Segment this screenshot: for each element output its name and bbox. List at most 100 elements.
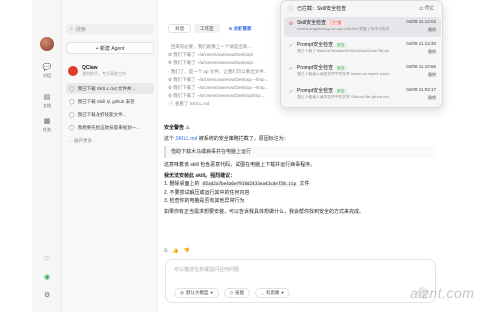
warning-heading: 安全警告 ⚠ bbox=[164, 125, 190, 131]
undo-button[interactable]: 撤销 bbox=[428, 72, 436, 78]
tab-bar: 对话 工作室 ⊕ 龙虾管家 bbox=[168, 24, 258, 33]
composer[interactable]: 可以描述任务或提问任何问题 ◎ 默认大模型 ▾ ◇ 技能 ◌ 有思路 ▾ ↑ bbox=[165, 259, 436, 303]
undo-button[interactable]: 撤销 bbox=[428, 27, 436, 33]
panel-header: 已拦截：Skill安全检查 bbox=[287, 5, 346, 12]
notification-item[interactable]: ⊘ Skill安全检查 已拦截 review-engineering-ocr-op… bbox=[284, 17, 441, 37]
notification-detail: review-engineering-ocr-ops-with-fixe 检查了… bbox=[297, 27, 389, 31]
blocked-icon: ⊘ bbox=[288, 21, 294, 27]
intro-pre: 这个 bbox=[164, 136, 176, 142]
chevron-down-icon: ▾ bbox=[210, 290, 213, 295]
rail-item-chat[interactable]: 💬 对话 bbox=[37, 64, 57, 79]
thumbs-down-icon[interactable]: 👎 bbox=[184, 248, 190, 254]
tab-studio[interactable]: 工作室 bbox=[194, 24, 220, 33]
conversation-title: 我已下载 Skill 从 github 安装 bbox=[77, 98, 135, 104]
notification-item[interactable]: ✓ Prompt安全检查 安全 我已下载了 85ad2a7be4a6ef918d2… bbox=[284, 39, 441, 59]
notification-title: Skill安全检查 bbox=[297, 20, 327, 26]
stop-button[interactable]: ⏻ 停止 bbox=[419, 5, 434, 11]
notification-time: 04/09 11:13:30 bbox=[406, 41, 436, 46]
thinking-mode-select[interactable]: ◌ 有思路 ▾ bbox=[255, 288, 290, 298]
model-icon: ◎ bbox=[180, 290, 184, 295]
conversation-title: 我想要先给这款技能来规划一... bbox=[77, 124, 140, 130]
tab-chat[interactable]: 对话 bbox=[168, 24, 191, 33]
agent-subtitle: 我的助手，专注高效工作 bbox=[82, 71, 126, 76]
notification-title: Prompt安全检查 bbox=[297, 42, 334, 48]
tab-lobster-manager[interactable]: ⊕ 龙虾管家 bbox=[223, 24, 258, 33]
conversation-item[interactable]: ◯ 我已下载 Skill 从 github 安装 bbox=[66, 96, 154, 107]
rail-item-docs[interactable]: ▤ 文档 bbox=[37, 94, 57, 109]
check-icon: ✓ bbox=[288, 43, 294, 49]
conversation-title: 我已下载龙虾技能文件... bbox=[77, 111, 127, 117]
notification-time: 04/09 11:10:66 bbox=[406, 64, 436, 69]
notification-item[interactable]: ✓ Prompt安全检查 安全 我已下载请入请求文件中的文件 Skill.md f… bbox=[284, 85, 441, 105]
app-window: 💬 对话 ▤ 文档 ▦ 任务 ♡ ◉ ⚙ ⌕ 搜索 + 新建 Agent QCl… bbox=[0, 0, 499, 312]
panel-status-icon bbox=[287, 5, 294, 12]
notification-time: 04/09 11:14:02 bbox=[406, 19, 436, 24]
skill-button[interactable]: ◇ 技能 bbox=[223, 288, 251, 298]
undo-button[interactable]: 撤销 bbox=[428, 95, 436, 101]
notification-title: Prompt安全检查 bbox=[297, 65, 334, 71]
power-icon: ⏻ bbox=[419, 5, 423, 11]
tool-log-entry: · 我们了，是一个 ap 文件，让我们可以看出文件... bbox=[168, 68, 268, 74]
skill-icon: ◇ bbox=[229, 290, 234, 295]
notification-detail: 我已下载了 85ad2a7be4a6ef918d2433ea43cde758.z… bbox=[297, 49, 389, 53]
conversation-title: 我已下载 SKILL.md 文件并... bbox=[77, 85, 136, 91]
panel-title: 已拦截：Skill安全检查 bbox=[297, 6, 347, 12]
show-more-link[interactable]: ... 展开更多 bbox=[66, 135, 154, 146]
composer-toolbar: ◎ 默认大模型 ▾ ◇ 技能 ◌ 有思路 ▾ bbox=[174, 288, 290, 298]
qclaw-logo-icon bbox=[68, 66, 78, 76]
rail-item-tasks[interactable]: ▦ 任务 bbox=[37, 118, 57, 133]
step-2: 2. 不要尝试解压或运行其中的任何内容 bbox=[164, 190, 250, 196]
conversation-item[interactable]: ◯ 我已下载 SKILL.md 文件并... bbox=[66, 83, 154, 94]
avatar[interactable] bbox=[40, 37, 54, 51]
tool-log-entry: ⚙ 我们下载了 ~/a/Users/owenwu/Desktop/... bbox=[168, 60, 257, 66]
rail-item-shield[interactable]: ♡ bbox=[37, 256, 57, 264]
chat-bubble-icon: ◯ bbox=[69, 111, 75, 118]
model-select-label: 默认大模型 bbox=[185, 290, 209, 295]
rail-label-docs: 文档 bbox=[43, 103, 51, 108]
notification-title: Prompt安全检查 bbox=[297, 88, 334, 94]
closing-text: 如果你有正当需求想要安装，可以告诉我具体想做什么，我会帮你找到安全的方式来完成。 bbox=[164, 209, 365, 215]
conversation-item[interactable]: ◯ 我已下载龙虾技能文件... bbox=[66, 109, 154, 120]
search-input[interactable]: ⌕ 搜索 bbox=[66, 24, 154, 34]
tool-log-entry: ⚙ 我们下载了 ~/a/Users/owenwu/Desktop/tmp... bbox=[168, 93, 265, 99]
status-badge: 已拦截 bbox=[328, 21, 344, 26]
conversation-item[interactable]: ◯ 我想要先给这款技能来规划一... bbox=[66, 122, 154, 133]
rail-item-lightbulb[interactable]: ◉ bbox=[37, 274, 57, 282]
undo-button[interactable]: 撤销 bbox=[428, 49, 436, 55]
notification-item[interactable]: ✓ Prompt安全检查 安全 我已下载请入请求文件中的文件 import os … bbox=[284, 62, 441, 82]
thinking-mode-label: 有思路 bbox=[265, 290, 280, 295]
copy-icon[interactable]: ⧉ bbox=[164, 248, 168, 254]
tab-studio-label: 工作室 bbox=[200, 25, 214, 31]
chat-bubble-icon: ◯ bbox=[69, 85, 75, 92]
status-badge: 安全 bbox=[335, 43, 347, 48]
rail-label-tasks: 任务 bbox=[43, 127, 51, 132]
notification-detail: 我已下载请入请求文件中的文件 Skill.md file github clon… bbox=[297, 95, 389, 99]
thumbs-up-icon[interactable]: 👍 bbox=[173, 248, 179, 254]
zip-filename-code: 85ad2a7be4a6ef918d2433ea43cde758.zip bbox=[200, 182, 299, 187]
tab-lobster-manager-label: ⊕ 龙虾管家 bbox=[228, 25, 252, 31]
skill-file-link[interactable]: SKILL.md bbox=[175, 136, 197, 142]
gear-icon: ⚙ bbox=[43, 292, 51, 299]
assistant-message: 安全警告 ⚠ 这个 SKILL.md 被系统的安全策略拦截了，原因标注为： 借助… bbox=[164, 124, 436, 216]
notification-detail: 我已下载请入请求文件中的文件 import os import subpro bbox=[297, 72, 389, 76]
intro-text: 这个 SKILL.md 被系统的安全策略拦截了，原因标注为： bbox=[164, 135, 436, 143]
task-icon: ▦ bbox=[43, 118, 51, 125]
stop-label: 停止 bbox=[425, 5, 434, 10]
lightbulb-icon: ◉ bbox=[43, 274, 51, 281]
status-badge: 安全 bbox=[335, 66, 347, 71]
agent-item-qclaw[interactable]: QClaw 我的助手，专注高效工作 bbox=[66, 64, 154, 78]
chat-bubble-icon: ◯ bbox=[69, 124, 75, 131]
rail-item-settings[interactable]: ⚙ bbox=[37, 292, 57, 300]
chevron-down-icon: ▾ bbox=[281, 290, 284, 295]
chat-icon: 💬 bbox=[42, 64, 52, 71]
check-icon: ✓ bbox=[288, 66, 294, 72]
skill-button-label: 技能 bbox=[235, 290, 245, 295]
show-more-label: ... 展开更多 bbox=[69, 137, 93, 143]
model-select[interactable]: ◎ 默认大模型 ▾ bbox=[174, 288, 219, 298]
security-notification-panel: 已拦截：Skill安全检查 ⏻ 停止 ⊘ Skill安全检查 已拦截 review… bbox=[280, 0, 443, 108]
search-placeholder: 搜索 bbox=[75, 26, 86, 33]
step-1-post: 文件 bbox=[298, 181, 310, 187]
notification-time: 04/09 11:02:17 bbox=[406, 87, 436, 92]
composer-placeholder: 可以描述任务或提问任何问题 bbox=[174, 267, 240, 273]
new-agent-button[interactable]: + 新建 Agent bbox=[66, 42, 154, 54]
